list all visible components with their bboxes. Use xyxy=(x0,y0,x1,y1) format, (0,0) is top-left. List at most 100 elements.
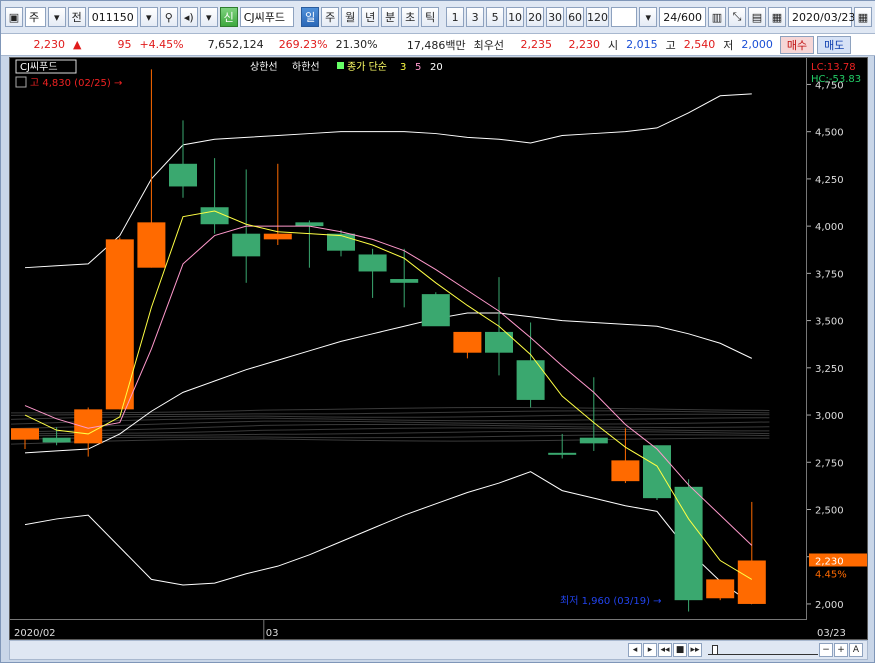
candle-down xyxy=(358,254,387,272)
fast-forward-icon[interactable]: ▸▸ xyxy=(688,643,702,657)
lc-label: LC:13.78 xyxy=(811,62,856,73)
sell-button[interactable]: 매도 xyxy=(817,35,852,54)
y-tick-label: 2,000 xyxy=(815,600,844,611)
x-tick-label: 03/23 xyxy=(817,628,846,639)
sin-button[interactable]: 신 xyxy=(219,7,238,27)
auto-scale-icon[interactable]: A xyxy=(849,643,863,657)
interval-1[interactable]: 1 xyxy=(446,7,465,27)
legend-ma-label: 종가 단순 xyxy=(347,61,387,73)
priority-label: 최우선 xyxy=(473,38,504,52)
low-label: 저 xyxy=(723,38,734,52)
bid-price: 2,230 xyxy=(568,38,600,51)
tab-period-week[interactable]: 주 xyxy=(321,7,340,27)
rewind-icon[interactable]: ◂◂ xyxy=(658,643,672,657)
count-field[interactable]: 24/600 xyxy=(659,7,706,27)
candle-down xyxy=(232,233,261,257)
trade-amount: 17,486백만 xyxy=(406,38,466,52)
price-chart[interactable]: 2,0002,2502,5002,7503,0003,2503,5003,750… xyxy=(9,57,868,640)
candle-up xyxy=(263,233,292,240)
tab-period-day[interactable]: 일 xyxy=(301,7,320,27)
high-annotation: 고 4,830 (02/25) → xyxy=(30,78,122,89)
candle-up xyxy=(11,428,39,440)
zoom-in-icon[interactable]: + xyxy=(834,643,848,657)
buy-button[interactable]: 매수 xyxy=(779,35,815,54)
candle-down xyxy=(200,207,229,225)
line-tool-icon[interactable]: ⤡ xyxy=(728,7,746,27)
tab-period-month[interactable]: 월 xyxy=(341,7,360,27)
save-icon[interactable]: ▤ xyxy=(748,7,766,27)
legend-lower-limit: 하한선 xyxy=(292,60,320,73)
scroll-left-icon[interactable]: ◂ xyxy=(628,643,642,657)
code-input[interactable]: 011150 xyxy=(87,7,138,27)
candle-up xyxy=(611,460,640,482)
legend-ma-swatch xyxy=(337,62,344,69)
x-tick-label: 2020/02 xyxy=(14,628,56,639)
price-change-pct: +4.45% xyxy=(139,38,184,51)
chart-canvas[interactable]: 2,0002,2502,5002,7503,0003,2503,5003,750… xyxy=(10,58,869,641)
type-select-value: 주 xyxy=(29,11,40,24)
high-label: 고 xyxy=(665,38,676,52)
code-dropdown-icon[interactable]: ▾ xyxy=(139,7,158,27)
date-field[interactable]: 2020/03/23 xyxy=(788,7,856,27)
candle-down xyxy=(643,445,671,499)
chevron-down-icon[interactable]: ▾ xyxy=(47,7,66,27)
jeon-button[interactable]: 전 xyxy=(67,7,86,27)
candle-down xyxy=(674,486,703,601)
stock-name-field: CJ씨푸드 xyxy=(239,7,295,27)
bollinger-lower-line xyxy=(24,471,753,605)
scroll-right-icon[interactable]: ▸ xyxy=(643,643,657,657)
speaker-icon[interactable]: ◂) xyxy=(179,7,198,27)
price-change: 95 xyxy=(117,38,132,51)
last-price-label: 2,230 xyxy=(815,556,844,567)
type-select[interactable]: 주 xyxy=(25,7,46,27)
chart-scrollbar: ◂ ▸ ◂◂ ■ ▸▸ − + A xyxy=(9,640,868,660)
candle-down xyxy=(548,452,577,455)
candle-up xyxy=(737,560,766,604)
candle-down xyxy=(42,437,71,443)
interval-20[interactable]: 20 xyxy=(526,7,545,27)
zoom-out-icon[interactable]: − xyxy=(819,643,833,657)
stock-tag-label: CJ씨푸드 xyxy=(20,61,58,73)
search-icon[interactable]: ⚲ xyxy=(159,7,178,27)
speaker-dropdown-icon[interactable]: ▾ xyxy=(199,7,218,27)
high-price: 2,540 xyxy=(683,38,716,51)
low-price: 2,000 xyxy=(741,38,773,51)
interval-120[interactable]: 120 xyxy=(586,7,609,27)
grid-icon[interactable]: ▦ xyxy=(768,7,786,27)
chart-window: ▣ 주 ▾ 전 011150 ▾ ⚲ ◂) ▾ 신 CJ씨푸드 일 주 월 년 … xyxy=(0,0,875,663)
toolbar: ▣ 주 ▾ 전 011150 ▾ ⚲ ◂) ▾ 신 CJ씨푸드 일 주 월 년 … xyxy=(1,1,875,34)
interval-10[interactable]: 10 xyxy=(506,7,525,27)
legend-ma5: 5 xyxy=(415,62,421,73)
x-tick-label: 03 xyxy=(266,628,279,639)
zoom-slider[interactable] xyxy=(708,645,818,655)
tab-period-tick[interactable]: 틱 xyxy=(421,7,440,27)
custom-interval-input[interactable] xyxy=(610,7,638,27)
candle-type-icon[interactable]: ▥ xyxy=(708,7,726,27)
candle-down xyxy=(169,163,197,187)
calendar-icon[interactable]: ▦ xyxy=(854,7,872,27)
hc-label: HC:-53.83 xyxy=(811,74,861,85)
candle-down xyxy=(421,294,450,327)
zoom-slider-thumb[interactable] xyxy=(712,645,718,655)
y-tick-label: 4,000 xyxy=(815,222,844,233)
candle-down xyxy=(579,437,608,444)
legend-ma20: 20 xyxy=(430,62,443,73)
ask-price: 2,235 xyxy=(520,38,552,51)
interval-60[interactable]: 60 xyxy=(566,7,585,27)
y-tick-label: 2,750 xyxy=(815,458,844,469)
custom-interval-dropdown-icon[interactable]: ▾ xyxy=(639,7,658,27)
menu-icon[interactable]: ▣ xyxy=(5,7,23,27)
interval-30[interactable]: 30 xyxy=(546,7,565,27)
interval-3[interactable]: 3 xyxy=(466,7,485,27)
code-input-value: 011150 xyxy=(91,10,134,24)
current-price: 2,230 xyxy=(33,38,66,51)
open-price: 2,015 xyxy=(626,38,658,51)
tab-period-minute[interactable]: 분 xyxy=(381,7,400,27)
date-value: 2020/03/23 xyxy=(792,10,856,24)
y-tick-label: 3,250 xyxy=(815,364,844,375)
stop-icon[interactable]: ■ xyxy=(673,643,687,657)
interval-5[interactable]: 5 xyxy=(486,7,505,27)
y-tick-label: 4,500 xyxy=(815,128,844,139)
tab-period-year[interactable]: 년 xyxy=(361,7,380,27)
tab-period-second[interactable]: 초 xyxy=(401,7,420,27)
